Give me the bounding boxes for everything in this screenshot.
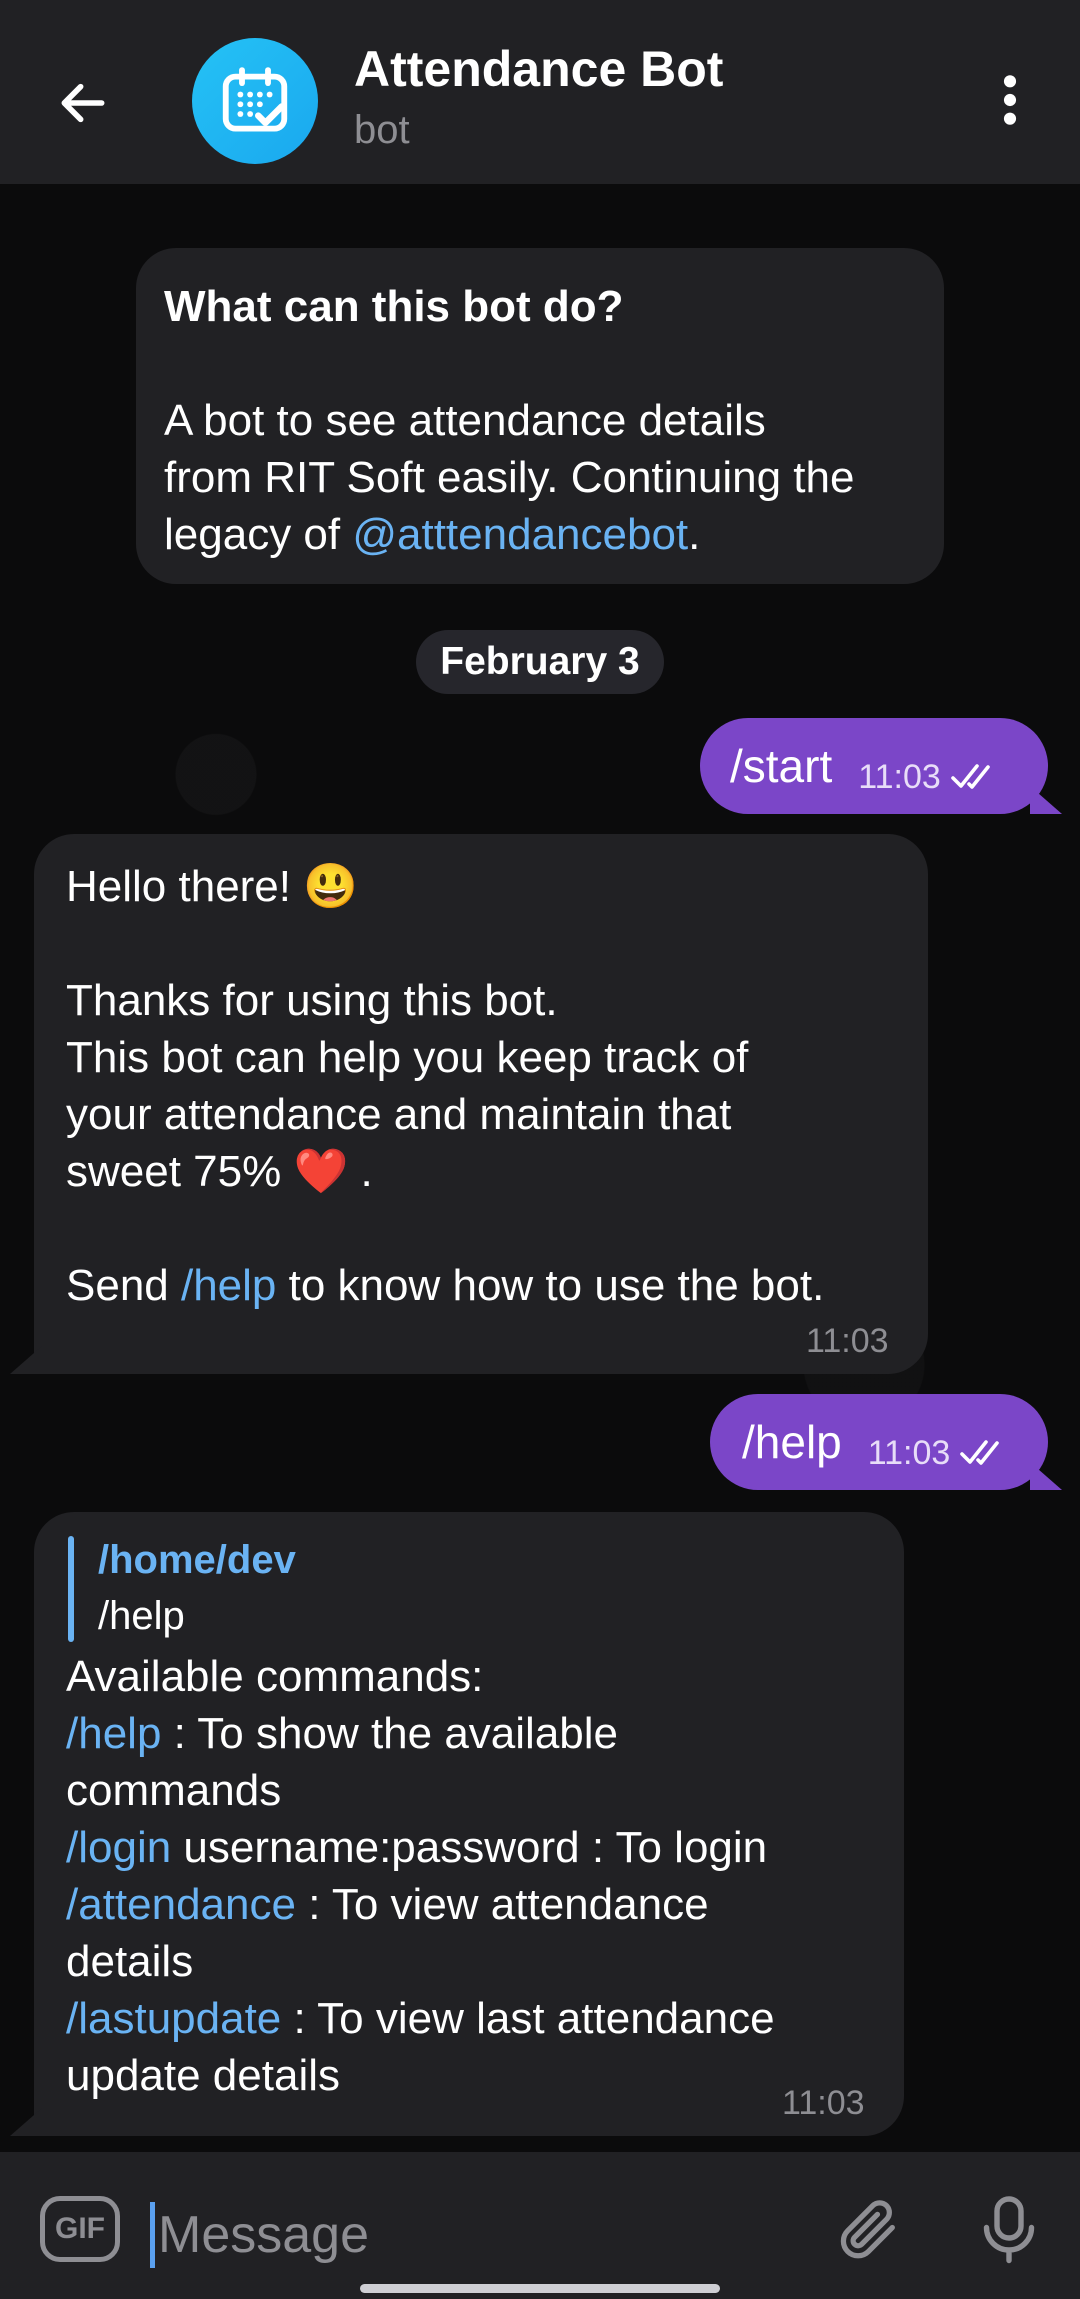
more-vertical-icon (1003, 75, 1017, 125)
message-input[interactable]: Message (158, 2196, 798, 2274)
microphone-icon (983, 2196, 1035, 2264)
text-cursor (150, 2202, 155, 2268)
message-line: This bot can help you keep track of (66, 1033, 749, 1082)
message-line: your attendance and maintain that (66, 1090, 732, 1139)
message-line: Send /help to know how to use the bot. (66, 1261, 825, 1310)
message-time: 11:03 (806, 1322, 889, 1360)
reply-accent-bar (68, 1536, 74, 1642)
message-time: 11:03 (858, 757, 941, 796)
message-text: /help (742, 1416, 842, 1468)
message-time: 11:03 (867, 1433, 951, 1472)
paperclip-icon (840, 2200, 895, 2259)
message-text: /start (730, 740, 833, 792)
microphone-button[interactable] (966, 2186, 1052, 2272)
double-check-icon (951, 764, 990, 789)
message-line: /lastupdate : To view last attendance (66, 1994, 775, 2043)
double-check-icon (960, 1440, 1000, 1465)
info-heading: What can this bot do? (164, 282, 624, 331)
attendance-command-link[interactable]: /attendance (66, 1880, 296, 1929)
message-line: Thanks for using this bot. (66, 976, 558, 1025)
incoming-message-commands[interactable]: /home/dev /help Available commands: /hel… (34, 1512, 904, 2136)
info-line: legacy of @atttendancebot. (164, 510, 701, 559)
message-line: sweet 75% ❤️ . (66, 1147, 373, 1196)
incoming-message-welcome[interactable]: Hello there! 😃 Thanks for using this bot… (34, 834, 928, 1374)
help-command-link[interactable]: /help (181, 1261, 276, 1310)
chat-header: Attendance Bot bot (0, 0, 1080, 184)
message-line: Hello there! 😃 (66, 862, 359, 911)
bot-mention-link[interactable]: @atttendancebot (352, 510, 688, 559)
outgoing-message-help[interactable]: /help 11:03 (710, 1394, 1048, 1490)
message-line: Available commands: (66, 1652, 484, 1701)
message-line: update details (66, 2051, 340, 2100)
bot-info-card: What can this bot do? A bot to see atten… (136, 248, 944, 584)
message-line: /help : To show the available (66, 1709, 619, 1758)
back-button[interactable] (40, 60, 126, 146)
home-indicator[interactable] (360, 2284, 720, 2293)
reply-author: /home/dev (98, 1538, 296, 1582)
reply-preview[interactable]: /home/dev /help (66, 1532, 872, 1644)
date-separator: February 3 (416, 630, 664, 694)
reply-text: /help (98, 1594, 185, 1638)
message-meta: 11:03 (858, 758, 1003, 797)
chat-title[interactable]: Attendance Bot (354, 40, 723, 98)
info-line: A bot to see attendance details (164, 396, 766, 445)
info-line: from RIT Soft easily. Continuing the (164, 453, 855, 502)
arrow-left-icon (61, 83, 105, 123)
login-command-link[interactable]: /login (66, 1823, 171, 1872)
message-line: commands (66, 1766, 282, 1815)
gif-button[interactable]: GIF (40, 2196, 120, 2262)
more-options-button[interactable] (980, 60, 1040, 140)
message-line: /attendance : To view attendance (66, 1880, 709, 1929)
message-line: /login username:password : To login (66, 1823, 768, 1872)
message-time: 11:03 (782, 2084, 865, 2122)
help-command-link[interactable]: /help (66, 1709, 161, 1758)
lastupdate-command-link[interactable]: /lastupdate (66, 1994, 281, 2043)
calendar-check-icon (222, 67, 288, 132)
outgoing-message-start[interactable]: /start 11:03 (700, 718, 1048, 814)
chat-subtitle: bot (354, 108, 410, 152)
message-meta: 11:03 (868, 1434, 1013, 1473)
message-line: details (66, 1937, 194, 1986)
bot-avatar[interactable] (192, 38, 318, 164)
attach-button[interactable] (826, 2186, 912, 2272)
